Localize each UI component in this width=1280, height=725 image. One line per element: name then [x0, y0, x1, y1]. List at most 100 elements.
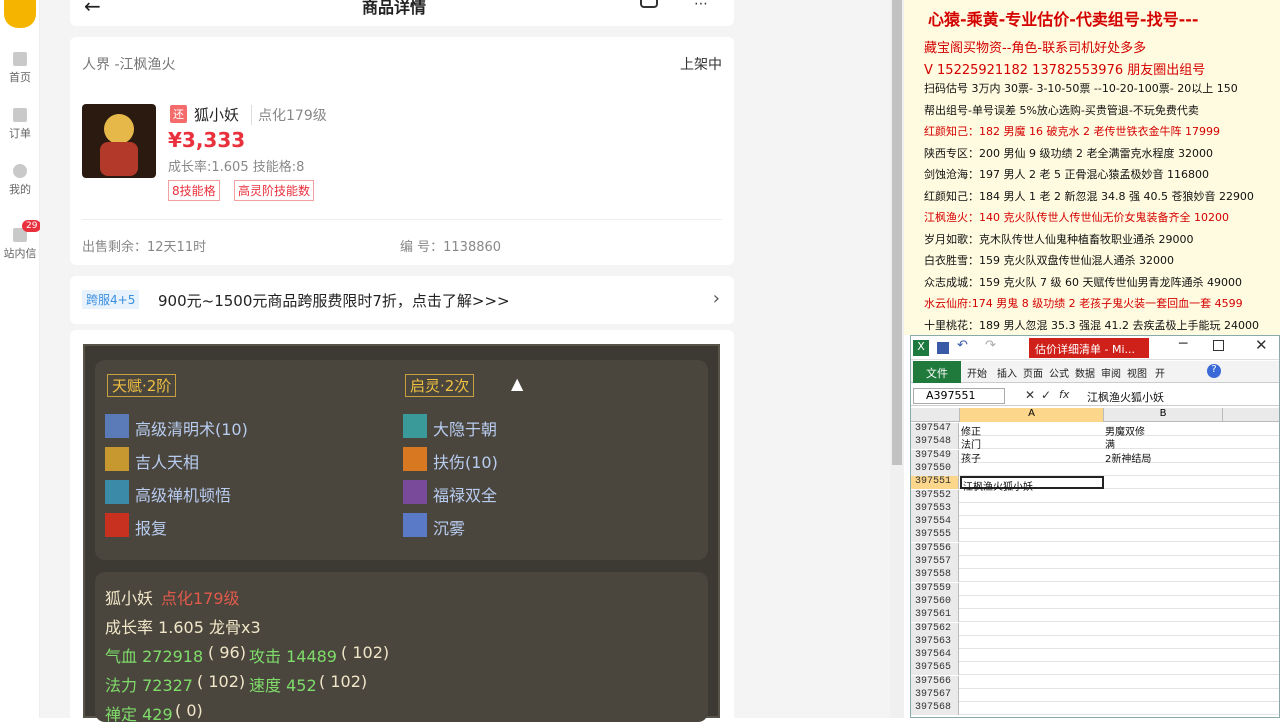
row-number[interactable]: 397564 [911, 649, 959, 663]
sheet-row[interactable]: 397548 法门满 [911, 436, 1279, 451]
nav-messages-label: 站内信 [3, 247, 37, 260]
minimize-button[interactable]: ─ [1179, 336, 1187, 352]
column-b-header[interactable]: B [1103, 408, 1223, 422]
row-number[interactable]: 397566 [911, 675, 959, 689]
notes-title: 心猿-乘黄-专业估价-代卖组号-找号--- [928, 10, 1199, 29]
function-icon[interactable]: fx [1059, 388, 1069, 401]
cell-a[interactable]: 江枫渔火狐小妖 [960, 476, 1104, 493]
row-number[interactable]: 397561 [911, 609, 959, 623]
confirm-icon[interactable]: ✓ [1041, 388, 1051, 402]
chevron-right-icon: › [712, 288, 720, 309]
sheet-row[interactable]: 397560 [911, 595, 1279, 609]
page-header: ← 商品详情 ⋯ [70, 0, 734, 26]
sheet-row[interactable]: 397553 [911, 502, 1279, 516]
save-icon[interactable] [937, 342, 949, 354]
notes-line: 剑蚀沧海：197 男人 2 老 5 正骨混心猿孟极妙音 116800 [924, 168, 1209, 181]
sheet-row[interactable]: 397547 修正 男魔双修 [911, 423, 1279, 438]
time-remaining: 出售剩余：12天11时 [82, 240, 207, 255]
stats-growth: 成长率 1.605 龙骨x3 [105, 618, 261, 637]
sheet-row[interactable]: 397566 [911, 675, 1279, 689]
nav-home-label: 首页 [9, 71, 31, 84]
close-button[interactable]: ✕ [1255, 336, 1268, 354]
nav-mine[interactable]: 我的 [0, 164, 40, 197]
stat-mana: 法力 72327 [105, 676, 193, 695]
row-number[interactable]: 397568 [911, 702, 959, 716]
share-icon[interactable] [640, 0, 658, 8]
row-number[interactable]: 397549 [911, 449, 959, 463]
sheet-row[interactable]: 397555 [911, 529, 1279, 543]
row-number[interactable]: 397555 [911, 529, 959, 543]
ribbon-tab-view[interactable]: 视图 [1127, 365, 1147, 380]
sheet-row[interactable]: 397564 [911, 649, 1279, 663]
row-number[interactable]: 397552 [911, 489, 959, 503]
ribbon-tab-review[interactable]: 审阅 [1101, 365, 1121, 380]
ribbon-tab-home[interactable]: 开始 [967, 365, 987, 380]
name-box[interactable]: A397551 [913, 388, 1005, 404]
row-number[interactable]: 397565 [911, 662, 959, 676]
sheet-row[interactable]: 397554 [911, 516, 1279, 530]
sheet-row[interactable]: 397550 [911, 462, 1279, 476]
row-number[interactable]: 397556 [911, 542, 959, 556]
sheet-row[interactable]: 397556 [911, 542, 1279, 556]
undo-icon[interactable]: ↶ [957, 338, 968, 353]
sheet-row[interactable]: 397563 [911, 635, 1279, 649]
stat-speed: 速度 452 [249, 676, 317, 695]
ribbon-tab-formulas[interactable]: 公式 [1049, 365, 1069, 380]
maximize-button[interactable] [1213, 340, 1224, 351]
server-name: 人界 -江枫渔火 [82, 57, 176, 73]
ribbon-tab-insert[interactable]: 插入 [997, 365, 1017, 380]
help-icon[interactable]: ? [1207, 364, 1221, 378]
row-number[interactable]: 397558 [911, 569, 959, 583]
nav-messages[interactable]: 站内信 29 [0, 220, 42, 261]
ribbon-tab-layout[interactable]: 页面 [1023, 365, 1043, 380]
sheet-row[interactable]: 397552 [911, 489, 1279, 503]
back-arrow-icon[interactable]: ← [84, 0, 101, 18]
price: ¥3,333 [168, 128, 246, 152]
row-number[interactable]: 397547 [911, 423, 959, 436]
row-number[interactable]: 397562 [911, 622, 959, 636]
nav-orders[interactable]: 订单 [0, 108, 40, 141]
pet-tag: 还 [170, 105, 187, 123]
row-number[interactable]: 397563 [911, 635, 959, 649]
row-number[interactable]: 397559 [911, 582, 959, 596]
row-number[interactable]: 397551 [911, 476, 959, 490]
sheet-row[interactable]: 397561 [911, 609, 1279, 623]
cross-server-promo[interactable]: 跨服4+5 900元~1500元商品跨服费限时7折，点击了解>>> › [70, 276, 734, 324]
sheet-row[interactable]: 397549 孩子 2新神结局 [911, 449, 1279, 465]
sheet-row[interactable]: 397565 [911, 662, 1279, 676]
scrollbar-thumb[interactable] [892, 0, 902, 465]
redo-icon[interactable]: ↷ [985, 338, 996, 353]
sheet-row[interactable]: 397557 [911, 556, 1279, 569]
app-logo-icon[interactable] [4, 0, 36, 28]
page-scrollbar[interactable] [890, 0, 904, 718]
ribbon-tab-data[interactable]: 数据 [1075, 365, 1095, 380]
skill-right-1: 大隐于朝 [433, 420, 498, 439]
sheet-row[interactable]: 397568 [911, 702, 1279, 716]
excel-window: X ↶ ↷ 估价详细清单 - Mi... ─ ✕ 文件 开始 插入 页面 公式 … [910, 335, 1280, 718]
sheet-row[interactable]: 397567 [911, 689, 1279, 702]
promo-text: 900元~1500元商品跨服费限时7折，点击了解>>> [158, 292, 510, 310]
cancel-icon[interactable]: ✕ [1025, 388, 1035, 402]
sheet-row[interactable]: 397558 [911, 569, 1279, 583]
nav-home[interactable]: 首页 [0, 52, 40, 85]
skill-icon [403, 447, 427, 471]
formula-input[interactable]: 江枫渔火狐小妖 [1087, 389, 1164, 405]
row-number[interactable]: 397560 [911, 595, 959, 609]
sheet-row[interactable]: 397551 江枫渔火狐小妖 [911, 476, 1279, 493]
row-number[interactable]: 397557 [911, 556, 959, 569]
row-number[interactable]: 397567 [911, 689, 959, 702]
column-a-header[interactable]: A [959, 408, 1103, 422]
more-icon[interactable]: ⋯ [694, 0, 708, 12]
sheet-row[interactable]: 397562 [911, 622, 1279, 636]
stat-hp-extra: ( 96) [208, 643, 246, 662]
page-title: 商品详情 [362, 0, 427, 17]
notes-panel: 心猿-乘黄-专业估价-代卖组号-找号--- 藏宝阁买物资--角色-联系司机好处多… [904, 0, 1280, 335]
row-number[interactable]: 397553 [911, 502, 959, 516]
ribbon-tab-developer[interactable]: 开 [1155, 365, 1165, 380]
sheet-row[interactable]: 397559 [911, 582, 1279, 596]
row-number[interactable]: 397548 [911, 436, 959, 450]
row-number[interactable]: 397554 [911, 516, 959, 530]
ribbon-tab-file[interactable]: 文件 [913, 361, 961, 383]
sheet-grid[interactable]: 397547 修正 男魔双修 397548 法门满 397549 孩子 2新神结局 397550… [911, 423, 1279, 718]
row-number[interactable]: 397550 [911, 462, 959, 476]
